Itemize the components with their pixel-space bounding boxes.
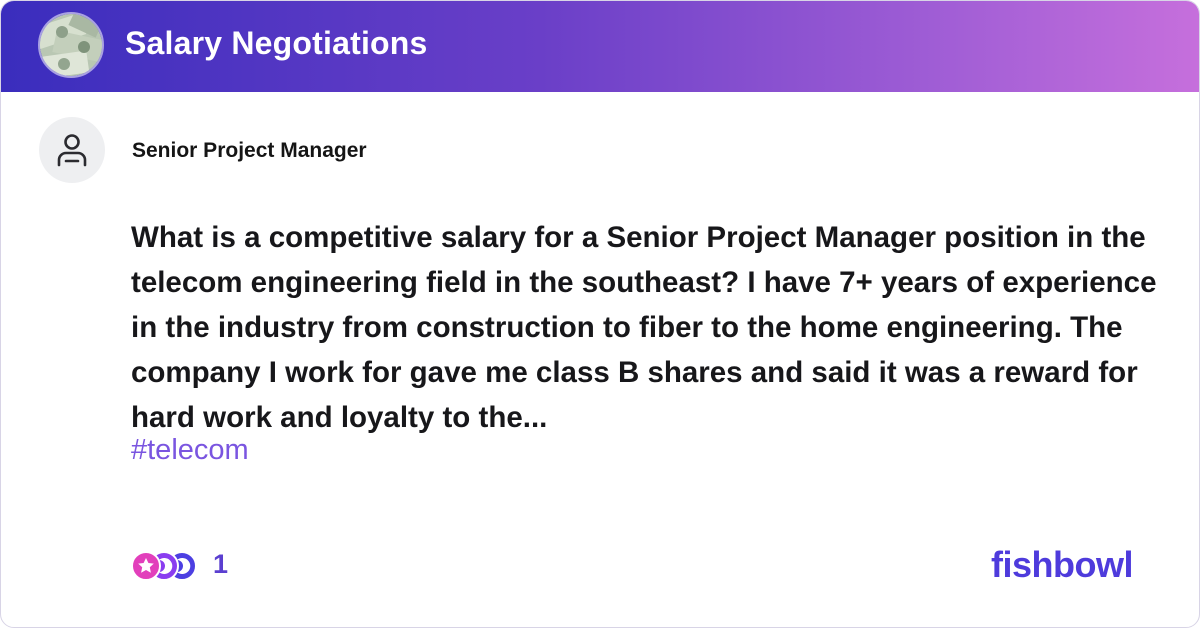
post-tag[interactable]: #telecom <box>131 429 249 471</box>
reactions[interactable] <box>131 551 201 581</box>
fishbowl-logo[interactable]: fishbowl <box>991 544 1134 586</box>
user-icon <box>39 117 105 183</box>
money-bills-icon <box>38 12 104 78</box>
post-text[interactable]: What is a competitive salary for a Senio… <box>131 215 1161 440</box>
bowl-header[interactable]: Salary Negotiations <box>1 1 1199 92</box>
author-title: Senior Project Manager <box>132 139 367 162</box>
reaction-icon-1 <box>131 551 161 581</box>
bowl-title[interactable]: Salary Negotiations <box>125 25 428 62</box>
post-card: Salary Negotiations Senior Project Manag… <box>0 0 1200 628</box>
reaction-count[interactable]: 1 <box>213 549 228 580</box>
